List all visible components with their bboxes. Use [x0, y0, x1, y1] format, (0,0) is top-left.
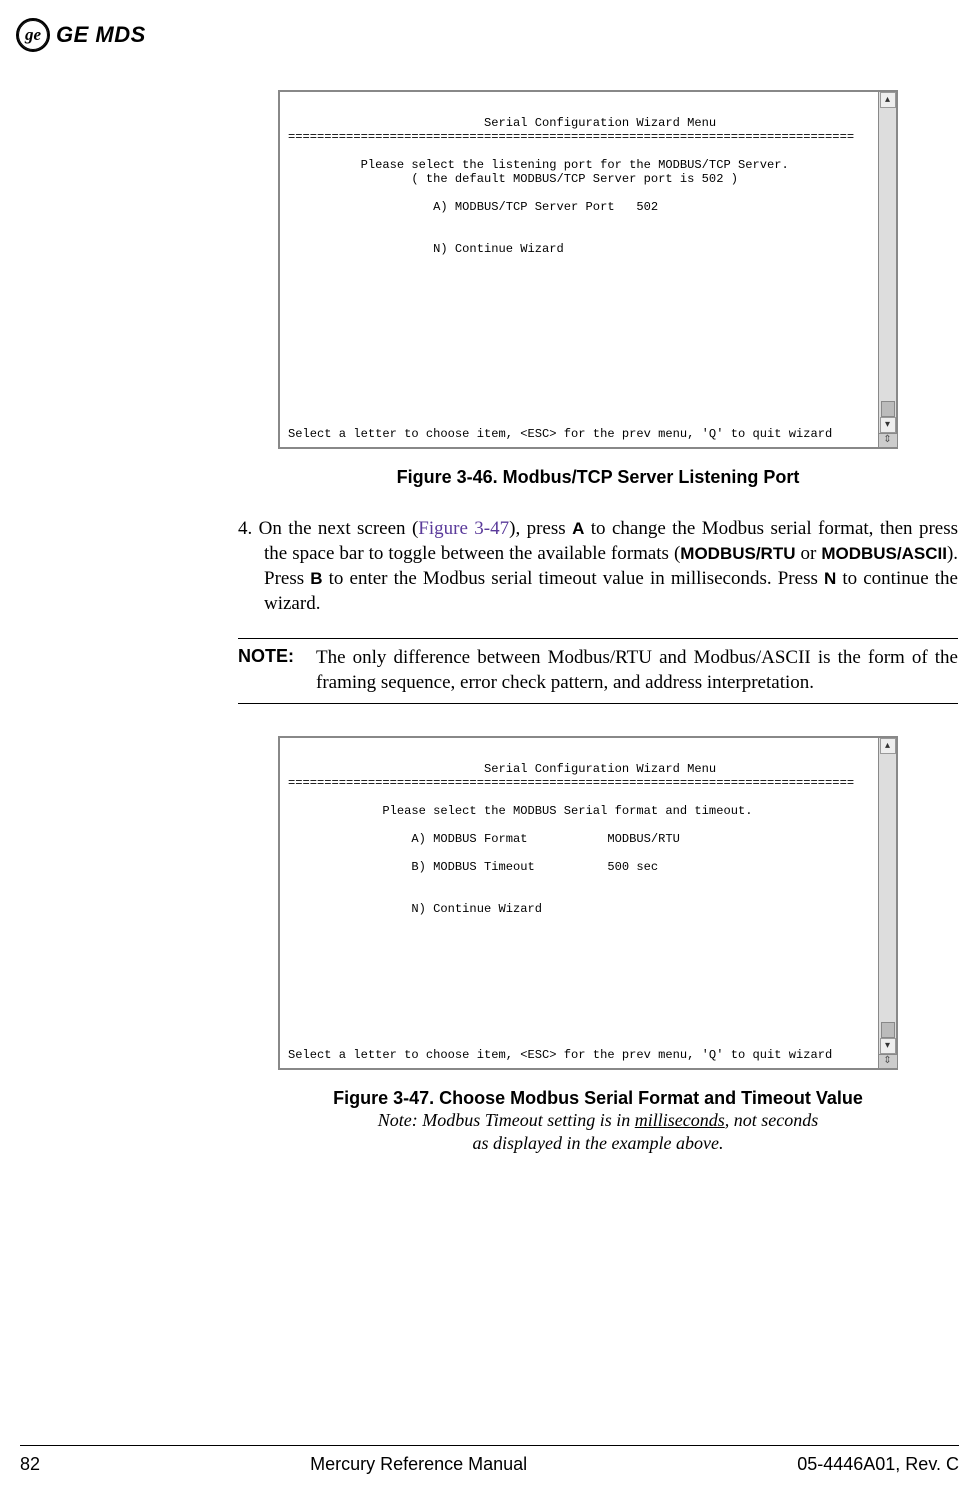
term2-opt-a: A) MODBUS Format MODBUS/RTU	[288, 832, 680, 846]
manual-title: Mercury Reference Manual	[310, 1454, 527, 1475]
page-footer: 82 Mercury Reference Manual 05-4446A01, …	[20, 1445, 959, 1475]
note-block: NOTE: The only difference between Modbus…	[238, 638, 958, 704]
term1-opt-a: A) MODBUS/TCP Server Port 502	[288, 200, 658, 214]
key-a: A	[572, 519, 584, 538]
scroll-up-icon[interactable]: ▴	[880, 738, 896, 754]
term2-title: Serial Configuration Wizard Menu	[288, 762, 716, 776]
term1-divider: ========================================…	[288, 130, 854, 144]
terminal-2-body: Serial Configuration Wizard Menu =======…	[280, 738, 878, 1068]
term2-footer: Select a letter to choose item, <ESC> fo…	[288, 1048, 870, 1062]
term2-divider: ========================================…	[288, 776, 854, 790]
terminal-1-body: Serial Configuration Wizard Menu =======…	[280, 92, 878, 447]
figure-3-47-caption: Figure 3-47. Choose Modbus Serial Format…	[238, 1088, 958, 1109]
scroll-thumb[interactable]	[881, 1022, 895, 1038]
ge-logo-icon: ge	[16, 18, 50, 52]
fmt-rtu: MODBUS/RTU	[680, 544, 795, 563]
step-4-text: 4. On the next screen (Figure 3-47), pre…	[238, 516, 958, 616]
term1-opt-n: N) Continue Wizard	[288, 242, 564, 256]
note-text: The only difference between Modbus/RTU a…	[316, 645, 958, 695]
fmt-ascii: MODBUS/ASCII	[821, 544, 947, 563]
terminal-screenshot-1: Serial Configuration Wizard Menu =======…	[278, 90, 898, 449]
term1-title: Serial Configuration Wizard Menu	[288, 116, 716, 130]
term2-line1: Please select the MODBUS Serial format a…	[288, 804, 752, 818]
figure-3-47-link[interactable]: Figure 3-47	[418, 518, 509, 539]
term1-line1: Please select the listening port for the…	[288, 158, 789, 172]
note-label: NOTE:	[238, 645, 316, 695]
term2-opt-b: B) MODBUS Timeout 500 sec	[288, 860, 658, 874]
doc-revision: 05-4446A01, Rev. C	[797, 1454, 959, 1475]
figure-3-47-subcaption-2: as displayed in the example above.	[238, 1132, 958, 1155]
terminal-screenshot-2: Serial Configuration Wizard Menu =======…	[278, 736, 898, 1070]
key-n: N	[824, 569, 836, 588]
scroll-corner-icon: ⇕	[879, 1054, 897, 1068]
page-content: Serial Configuration Wizard Menu =======…	[238, 90, 958, 1154]
scroll-up-icon[interactable]: ▴	[880, 92, 896, 108]
figure-3-46-caption: Figure 3-46. Modbus/TCP Server Listening…	[238, 467, 958, 488]
term1-line2: ( the default MODBUS/TCP Server port is …	[288, 172, 738, 186]
figure-3-47-subcaption-1: Note: Modbus Timeout setting is in milli…	[238, 1109, 958, 1132]
scroll-thumb[interactable]	[881, 401, 895, 417]
step-num: 4.	[238, 518, 259, 539]
key-b: B	[310, 569, 322, 588]
terminal-1-scrollbar[interactable]: ▴ ▾ ⇕	[878, 92, 896, 447]
page-header: ge GE MDS	[16, 18, 146, 52]
term2-opt-n: N) Continue Wizard	[288, 902, 542, 916]
terminal-2-scrollbar[interactable]: ▴ ▾ ⇕	[878, 738, 896, 1068]
page-number: 82	[20, 1454, 40, 1475]
term1-footer: Select a letter to choose item, <ESC> fo…	[288, 427, 870, 441]
scroll-corner-icon: ⇕	[879, 433, 897, 447]
scroll-down-icon[interactable]: ▾	[880, 1038, 896, 1054]
brand-text: GE MDS	[56, 22, 146, 48]
scroll-down-icon[interactable]: ▾	[880, 417, 896, 433]
